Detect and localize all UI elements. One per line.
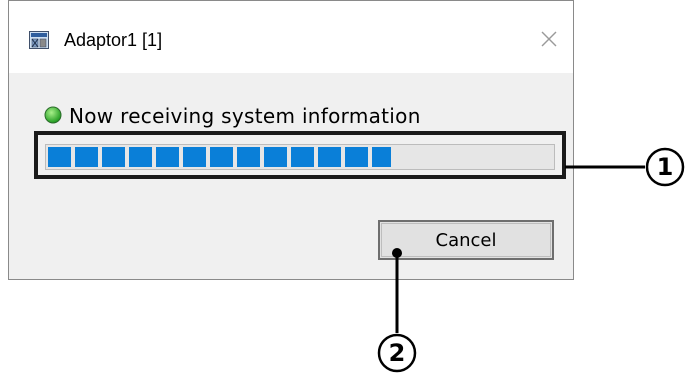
- callout-1-label: 1: [656, 153, 674, 181]
- canvas: Adaptor1 [1] Now receiving system inform…: [0, 0, 691, 376]
- callout-2-label: 2: [388, 339, 406, 367]
- callout-lines: [377, 147, 685, 373]
